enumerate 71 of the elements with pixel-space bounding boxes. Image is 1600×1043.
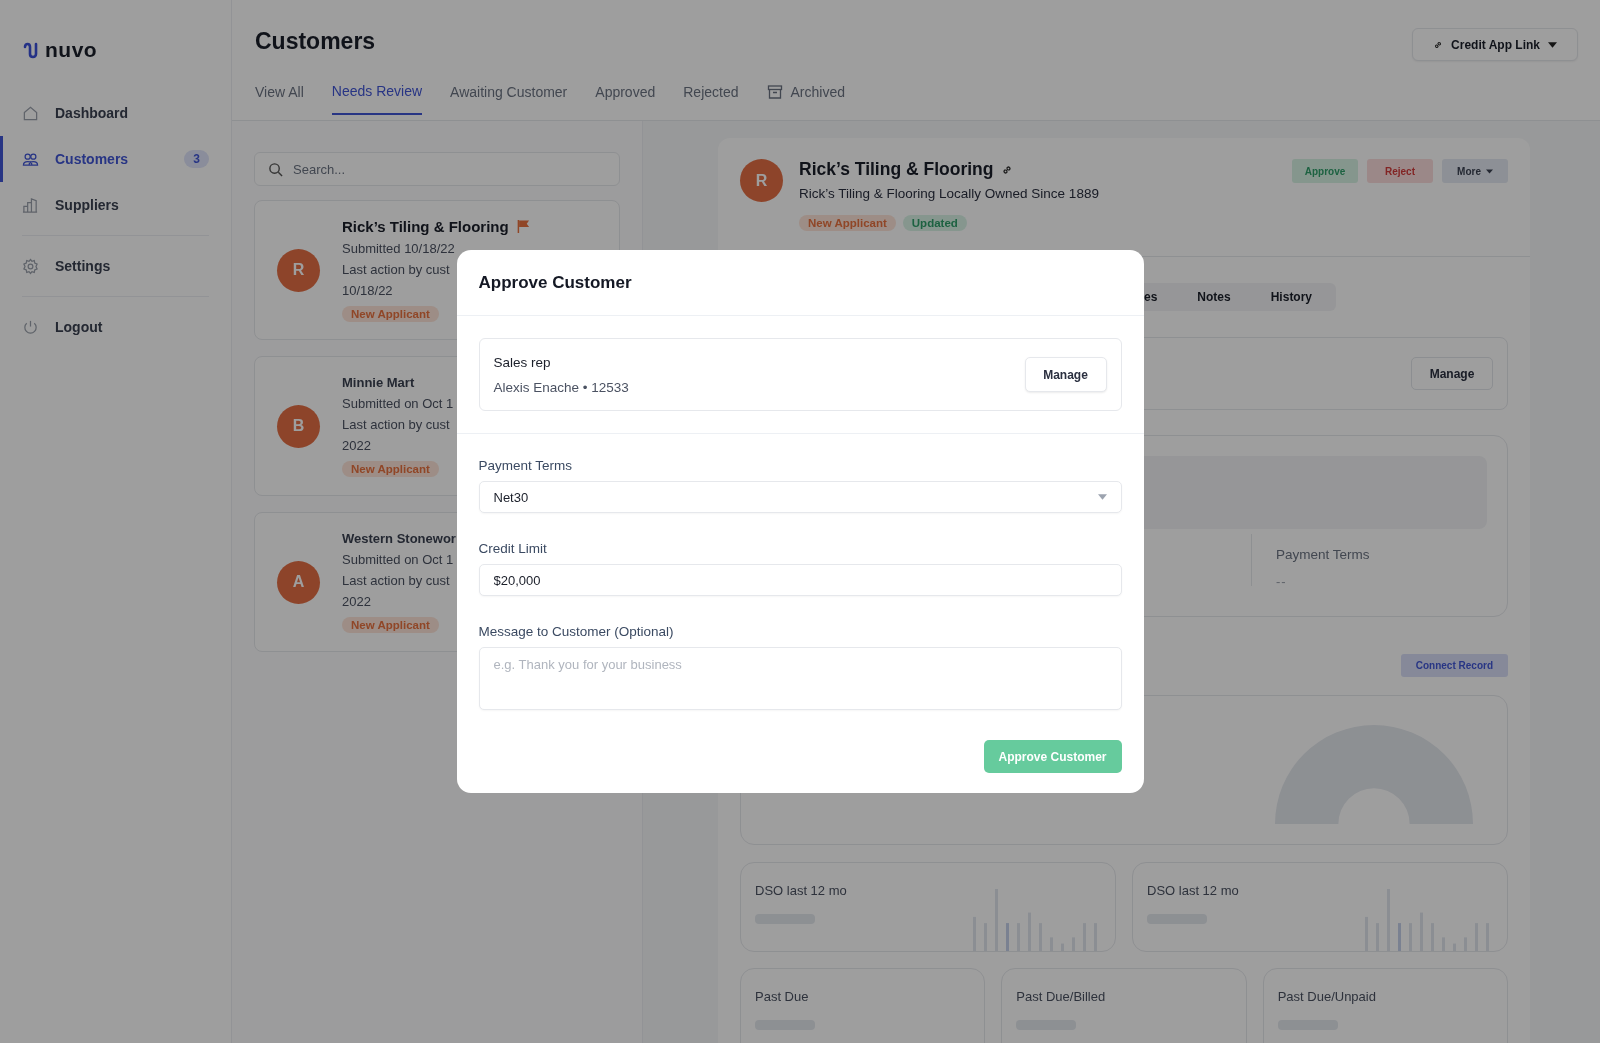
logo-text: nuvo [45,38,98,62]
subtab[interactable]: Notes [1179,290,1249,304]
manage-button[interactable]: Manage [1411,357,1493,390]
sales-rep-label: Sales rep [493,354,552,370]
customer-detail-text: 10/18/22 [342,282,393,300]
more-button[interactable]: More [1442,159,1508,183]
connect-record-button[interactable]: Connect Record [1400,654,1508,677]
payment-terms-select[interactable]: Net30 [478,481,1122,513]
tab[interactable]: Needs Review [331,78,423,115]
count-badge: 3 [184,150,209,168]
customer-detail-text: Submitted on Oct 1 [342,551,454,569]
customer-detail-text: Submitted on Oct 1 [342,395,454,413]
subtab[interactable]: History [1252,290,1331,304]
chart-icon [22,196,39,214]
nav-item[interactable]: Dashboard [0,90,209,136]
nav-item[interactable]: Customers 3 [0,136,209,182]
metric-title: Past Due/Billed [1016,989,1107,1004]
link-icon [1433,39,1444,50]
status-tag: New Applicant [342,461,439,477]
customer-detail-text: Last action by cust [342,572,450,590]
message-field[interactable]: e.g. Thank you for your business [478,647,1122,710]
tab[interactable]: View All [255,78,304,115]
customer-name: Rick’s Tiling & Flooring [799,159,994,180]
tab[interactable]: Rejected [683,78,739,115]
home-icon [22,104,39,122]
avatar: A [277,560,320,604]
tab[interactable]: Approved [595,78,656,115]
avatar: R [740,159,783,202]
link-icon [1001,163,1014,176]
status-tag: New Applicant [342,306,439,322]
logo-icon [22,40,40,60]
tab[interactable]: Archived [766,78,845,115]
avatar: B [277,404,320,448]
customer-subtitle: Rick’s Tiling & Flooring Locally Owned Since 1889 [799,186,1100,201]
avatar: R [277,248,320,292]
dropdown-caret-icon [1097,494,1107,500]
field-value: -- [1276,574,1288,589]
customer-detail-text: 2022 [342,437,371,455]
power-icon [22,318,39,336]
manage-button[interactable]: Manage [1024,357,1107,392]
nav-item[interactable]: Logout [0,304,209,350]
metric-title: Past Due/Unpaid [1277,989,1377,1004]
tab[interactable]: Awaiting Customer [450,78,568,115]
archive-icon [766,83,783,100]
customer-detail-text: Last action by cust [342,261,450,279]
status-tag: Updated [902,215,967,231]
credit-app-link-button[interactable]: Credit App Link [1412,28,1578,61]
credit-limit-field[interactable]: $20,000 [478,564,1122,596]
customer-detail-text: Submitted 10/18/22 [342,240,455,258]
status-tag: New Applicant [799,215,896,231]
metric-title: DSO last 12 mo [1147,883,1239,898]
customer-detail-text: 2022 [342,593,371,611]
field-label: Payment Terms [1276,547,1370,562]
search-field[interactable]: Search... [254,152,620,186]
status-tag: New Applicant [342,617,439,633]
caret-icon [1485,168,1493,174]
gear-icon [22,257,39,275]
page-title: Customers [255,28,377,55]
users-icon [22,150,39,168]
metric-title: DSO last 12 mo [755,883,847,898]
nav-item[interactable]: Settings [0,243,209,289]
field-label: Credit Limit [478,541,548,556]
metric-title: Past Due [755,989,810,1004]
field-label: Payment Terms [478,458,574,473]
caret-icon [1548,41,1557,48]
customer-detail-text: Last action by cust [342,416,450,434]
customer-name: Minnie Mart [342,375,415,390]
nav-item[interactable]: Suppliers [0,182,209,228]
customer-name: Rick’s Tiling & Flooring [342,218,509,235]
reject-button[interactable]: Reject [1367,159,1433,183]
customer-name: Western Stonewor [342,531,456,546]
